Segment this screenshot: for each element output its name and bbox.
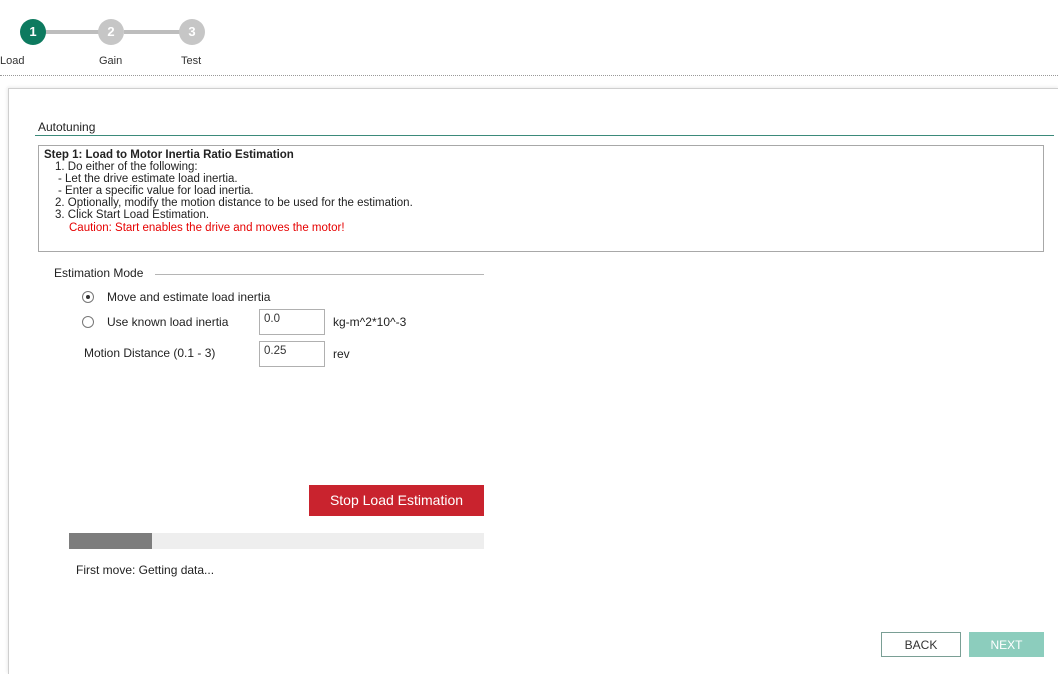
- step-2-label: Gain: [99, 55, 123, 67]
- step-3-circle[interactable]: 3: [179, 19, 205, 45]
- motion-distance-label: Motion Distance (0.1 - 3): [84, 346, 216, 360]
- wizard-stepper: 1 2 3 Load Gain Test: [0, 0, 1058, 86]
- estimation-mode-label: Estimation Mode: [54, 266, 148, 280]
- status-text: First move: Getting data...: [76, 563, 215, 577]
- step-connector: [124, 30, 180, 34]
- next-button[interactable]: NEXT: [969, 632, 1044, 657]
- section-title: Autotuning: [38, 120, 96, 134]
- wizard-divider: [0, 75, 1058, 76]
- inertia-unit-label: kg-m^2*10^-3: [333, 315, 407, 329]
- step-connector: [44, 30, 100, 34]
- load-inertia-input[interactable]: 0.0: [259, 309, 325, 335]
- step-1-circle[interactable]: 1: [20, 19, 46, 45]
- instructions-box: Step 1: Load to Motor Inertia Ratio Esti…: [38, 145, 1044, 252]
- caution-text: Caution: Start enables the drive and mov…: [69, 221, 345, 234]
- instruction-line: - Enter a specific value for load inerti…: [58, 185, 254, 198]
- instruction-line: 3. Click Start Load Estimation.: [55, 209, 210, 222]
- instruction-line: 2. Optionally, modify the motion distanc…: [55, 197, 413, 210]
- instruction-line: - Let the drive estimate load inertia.: [58, 173, 238, 186]
- stop-load-estimation-button[interactable]: Stop Load Estimation: [309, 485, 484, 516]
- motion-distance-input[interactable]: 0.25: [259, 341, 325, 367]
- radio-move-estimate-label[interactable]: Move and estimate load inertia: [107, 290, 270, 304]
- progress-fill: [69, 533, 152, 549]
- distance-unit-label: rev: [333, 347, 350, 361]
- instruction-line: 1. Do either of the following:: [55, 161, 198, 174]
- step-3-label: Test: [181, 55, 202, 67]
- radio-move-estimate[interactable]: [82, 291, 94, 303]
- step-2-circle[interactable]: 2: [98, 19, 124, 45]
- radio-known-inertia[interactable]: [82, 316, 94, 328]
- instructions-title: Step 1: Load to Motor Inertia Ratio Esti…: [44, 149, 294, 161]
- group-divider: [155, 274, 484, 275]
- section-divider: [35, 135, 1054, 136]
- back-button[interactable]: BACK: [881, 632, 961, 657]
- step-1-label: Load: [0, 55, 25, 67]
- radio-known-inertia-label[interactable]: Use known load inertia: [107, 315, 228, 329]
- progress-bar: [69, 533, 484, 549]
